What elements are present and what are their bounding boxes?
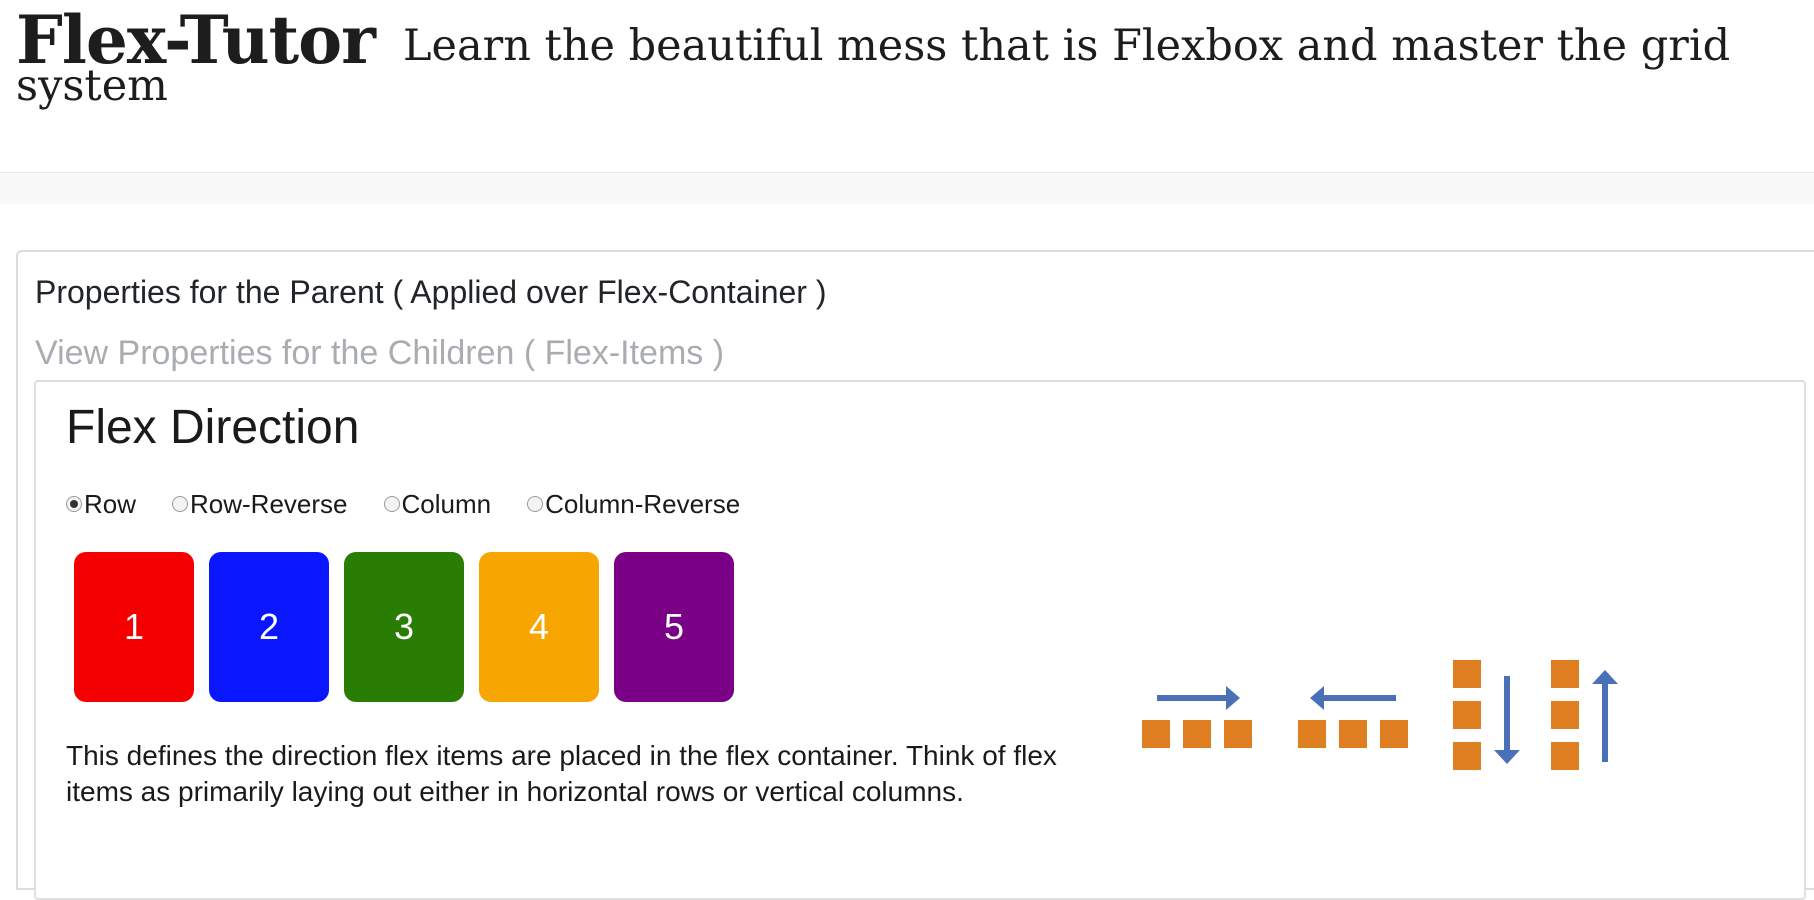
column-reverse-direction-icon — [1551, 660, 1618, 770]
flex-item-1: 1 — [74, 552, 194, 702]
tab-parent-properties[interactable]: Properties for the Parent ( Applied over… — [35, 272, 826, 312]
radio-row[interactable]: Row — [66, 489, 136, 520]
tagline: Learn the beautiful mess that is Flexbox… — [403, 21, 1731, 71]
flex-item-3: 3 — [344, 552, 464, 702]
site-header: Flex-Tutor Learn the beautiful mess that… — [0, 0, 1814, 173]
radio-label: Row — [84, 488, 137, 519]
radio-label: Column — [401, 488, 492, 519]
radio-button[interactable] — [66, 496, 82, 512]
tab-children-properties[interactable]: View Properties for the Children ( Flex-… — [35, 332, 724, 374]
radio-label: Column-Reverse — [545, 488, 741, 519]
column-direction-icon — [1453, 660, 1520, 770]
radio-label: Row-Reverse — [190, 488, 348, 519]
row-direction-icon — [1142, 686, 1252, 748]
radio-button[interactable] — [172, 496, 189, 512]
properties-panel: Properties for the Parent ( Applied over… — [16, 250, 1814, 900]
radio-row-reverse[interactable]: Row-Reverse — [172, 489, 348, 520]
flex-demo-container: 1 2 3 4 5 — [74, 552, 734, 702]
radio-column-reverse[interactable]: Column-Reverse — [527, 489, 740, 520]
row-reverse-direction-icon — [1298, 686, 1408, 748]
flex-item-5: 5 — [614, 552, 734, 702]
tagline-continuation: system — [16, 61, 168, 111]
header-divider-strip — [0, 174, 1814, 204]
flex-direction-radio-group: Row Row-Reverse Column Column-Reverse — [66, 486, 740, 522]
radio-button[interactable] — [383, 496, 400, 512]
section-description: This defines the direction flex items ar… — [66, 740, 1057, 807]
flex-direction-diagram — [1142, 660, 1618, 770]
flex-item-4: 4 — [479, 552, 599, 702]
flex-direction-card: Flex Direction Row Row-Reverse Column Co… — [34, 380, 1806, 900]
flex-item-2: 2 — [209, 552, 329, 702]
section-title: Flex Direction — [66, 401, 360, 454]
radio-column[interactable]: Column — [383, 488, 492, 520]
radio-button[interactable] — [527, 496, 544, 512]
